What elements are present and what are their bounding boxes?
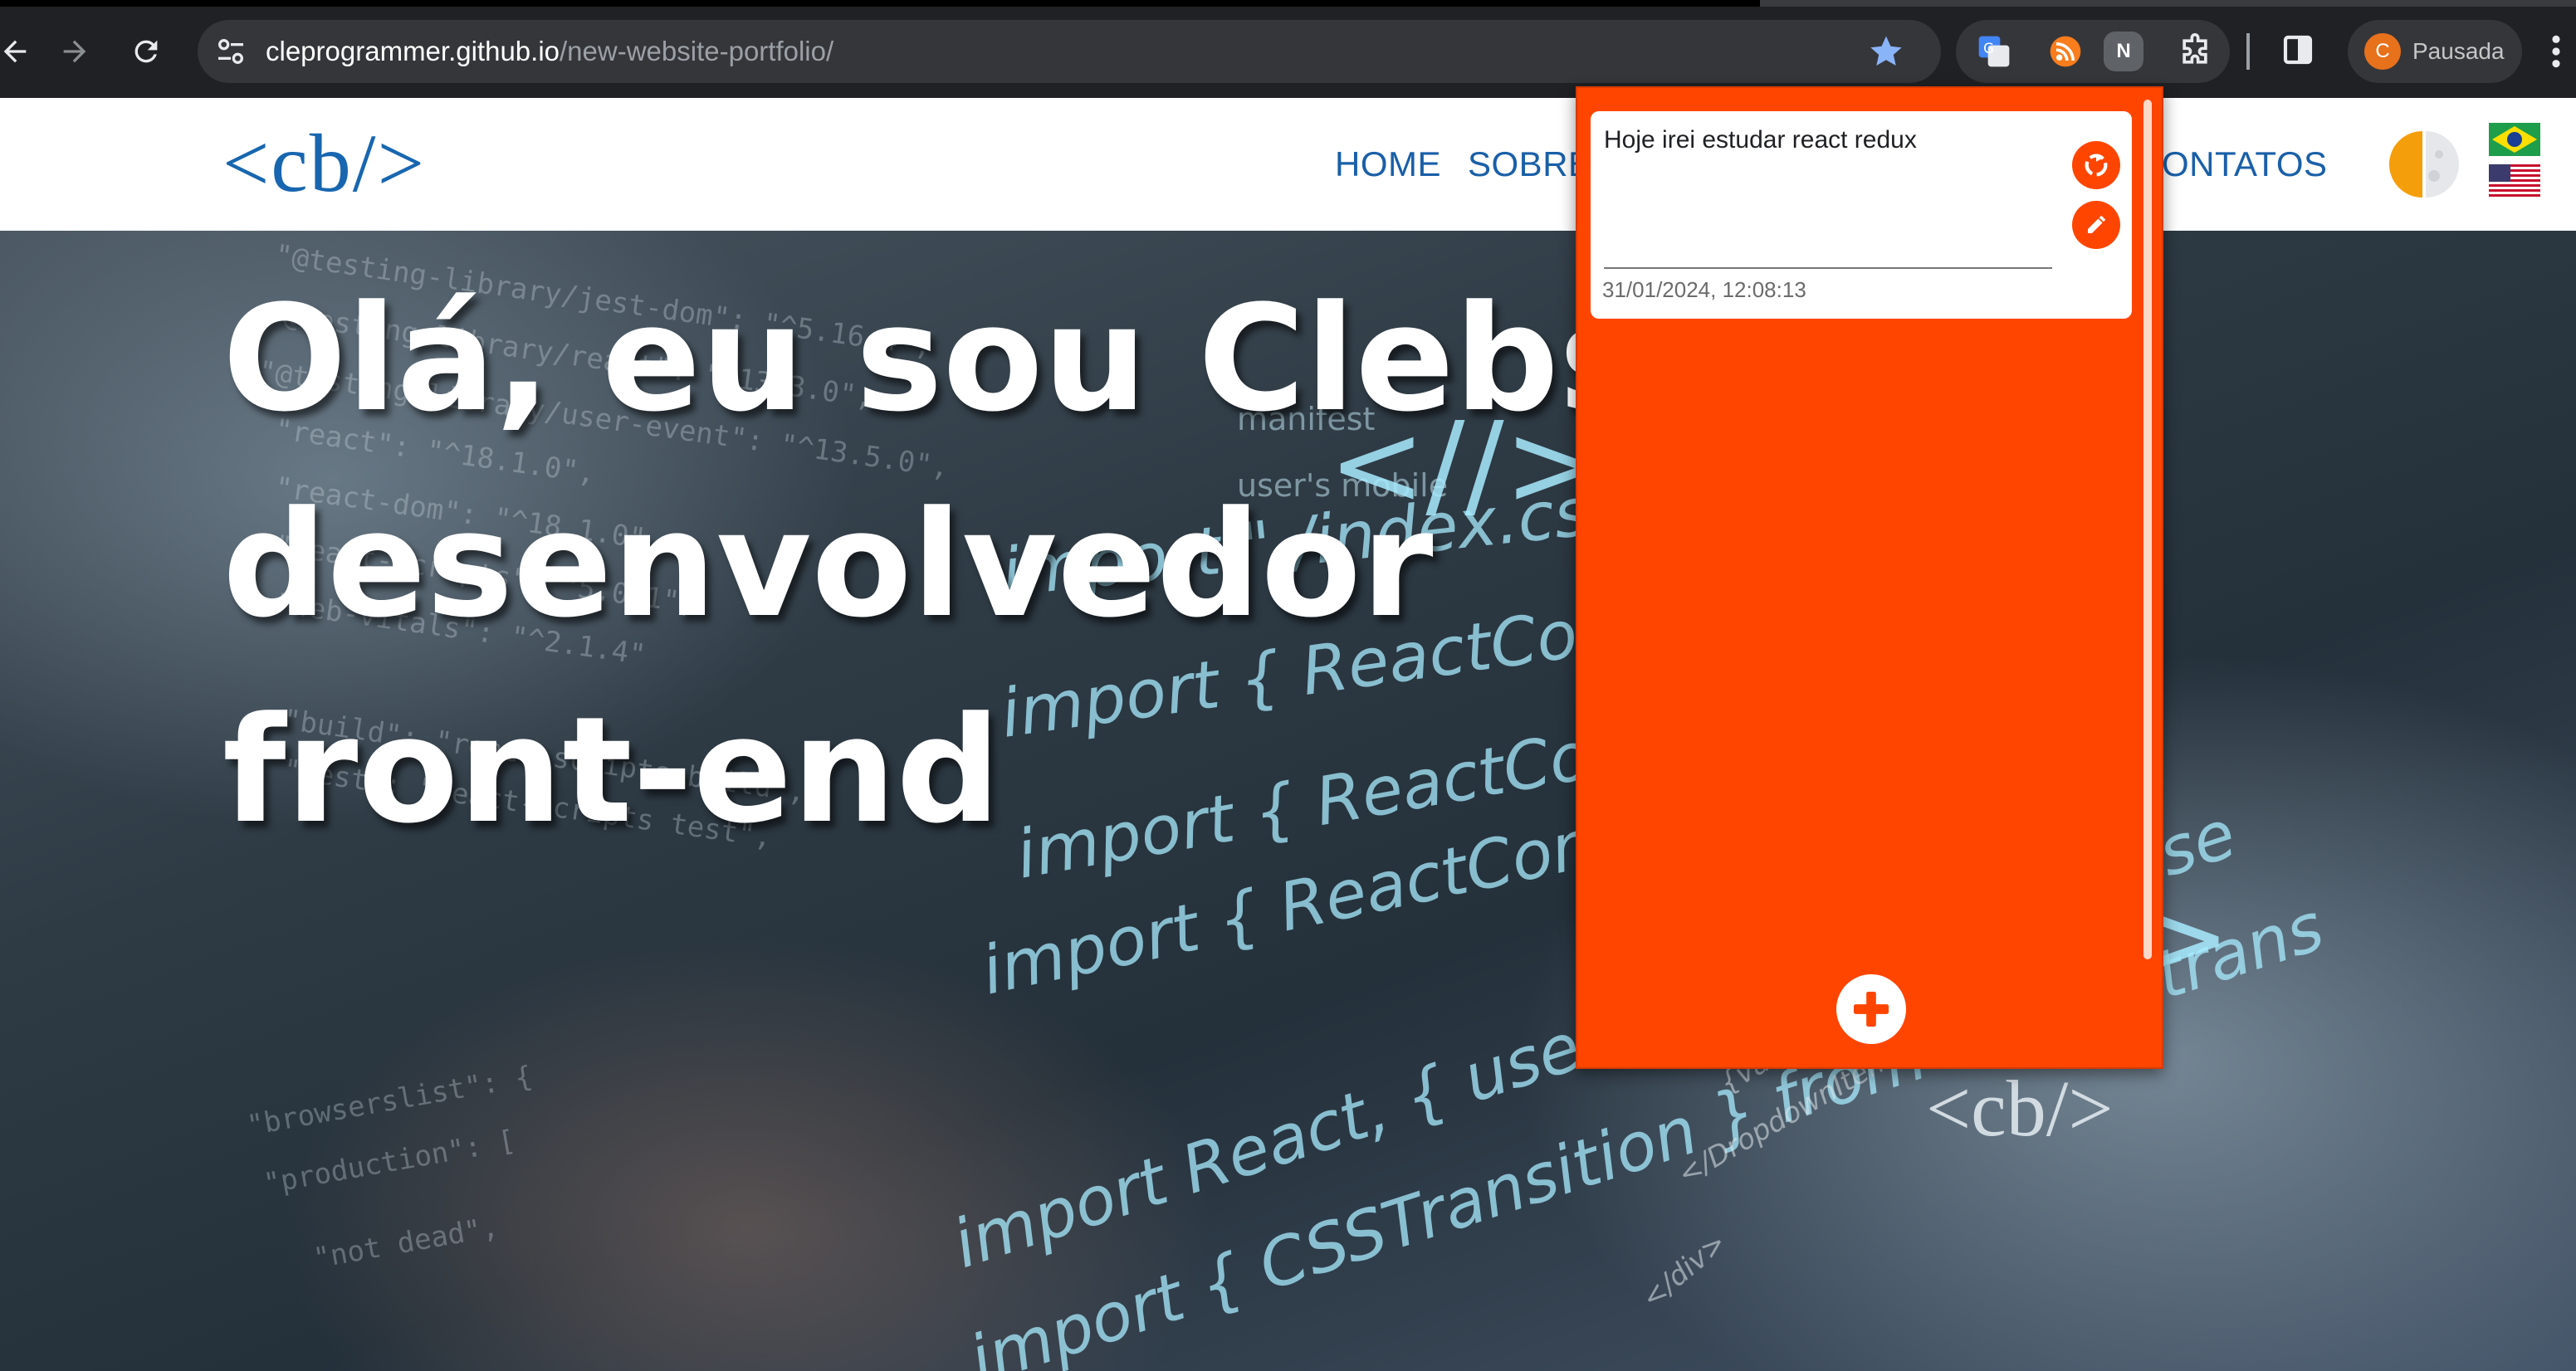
forward-button[interactable] [48,25,101,78]
svg-text:"not dead",: "not dead", [311,1210,501,1275]
svg-text:"production": [: "production": [ [262,1124,518,1201]
url-text[interactable]: cleprogrammer.github.io/new-website-port… [266,20,833,83]
site-settings-icon[interactable] [214,35,247,68]
toolbar-separator [2246,33,2250,70]
nav-sobre[interactable]: SOBRE [1468,144,1592,184]
side-panel-icon[interactable] [2281,33,2314,66]
hero-section: "@testing-library/jest-dom": "^5.16.4", … [0,231,2576,1371]
profile-button[interactable]: C Pausada [2348,20,2522,83]
hero-title-line-1: Olá, eu sou Clebso [222,274,1747,444]
tab-strip [0,0,2576,7]
notes-extension-popup: Hoje irei estudar react redux 31/01/2024… [1576,86,2163,1069]
hero-title-line-2: desenvolvedor [222,480,1434,650]
svg-text:G: G [1983,41,1994,56]
note-textarea[interactable]: Hoje irei estudar react redux [1604,126,2052,269]
avatar: C [2364,33,2401,70]
url-host: cleprogrammer.github.io [266,36,560,66]
svg-text:<cb/>: <cb/> [1926,1064,2114,1153]
pencil-icon [2088,215,2106,233]
moon-icon[interactable] [2383,129,2462,199]
usa-flag-icon[interactable] [2489,164,2540,198]
svg-text:</div>: </div> [1635,1226,1733,1315]
forward-arrow-icon [63,40,86,63]
browser-toolbar: cleprogrammer.github.io/new-website-port… [0,0,2576,98]
note-card: Hoje irei estudar react redux 31/01/2024… [1591,111,2132,319]
star-icon[interactable] [1868,33,1904,70]
back-button[interactable] [0,25,42,78]
add-note-button[interactable] [1836,974,1906,1044]
popup-scrollbar[interactable] [2143,100,2152,959]
delete-note-button[interactable] [2072,141,2120,189]
reload-icon [134,40,158,63]
puzzle-icon [2183,33,2207,64]
note-timestamp: 31/01/2024, 12:08:13 [1602,277,1806,302]
brazil-flag-icon[interactable] [2489,123,2540,156]
nav-contatos[interactable]: ONTATOS [2162,144,2328,184]
tab-strip-segment [1760,0,2576,7]
site-header: <cb/> HOME SOBRE ONTATOS [0,98,2576,231]
nav-home[interactable]: HOME [1335,144,1441,184]
recycle-icon [2085,154,2108,177]
edit-note-button[interactable] [2072,201,2120,249]
url-path: /new-website-portfolio/ [560,36,834,66]
profile-status: Pausada [2412,38,2505,64]
back-arrow-icon [3,40,27,63]
rss-extension[interactable] [2046,32,2085,71]
kebab-menu-icon[interactable] [2550,33,2562,70]
reload-button[interactable] [120,25,173,78]
rss-icon [2050,36,2081,67]
hero-title-line-3: front-end [222,686,1001,856]
extensions-button[interactable] [2175,32,2215,71]
plus-icon [1854,992,1889,1027]
notes-extension[interactable]: N [2104,32,2143,71]
translate-extension[interactable]: G [1974,32,2014,71]
address-bar[interactable]: cleprogrammer.github.io/new-website-port… [198,20,1941,83]
translate-icon: G [1978,36,2010,67]
extensions-group: G N [1956,20,2230,83]
site-logo[interactable]: <cb/> [222,118,426,209]
